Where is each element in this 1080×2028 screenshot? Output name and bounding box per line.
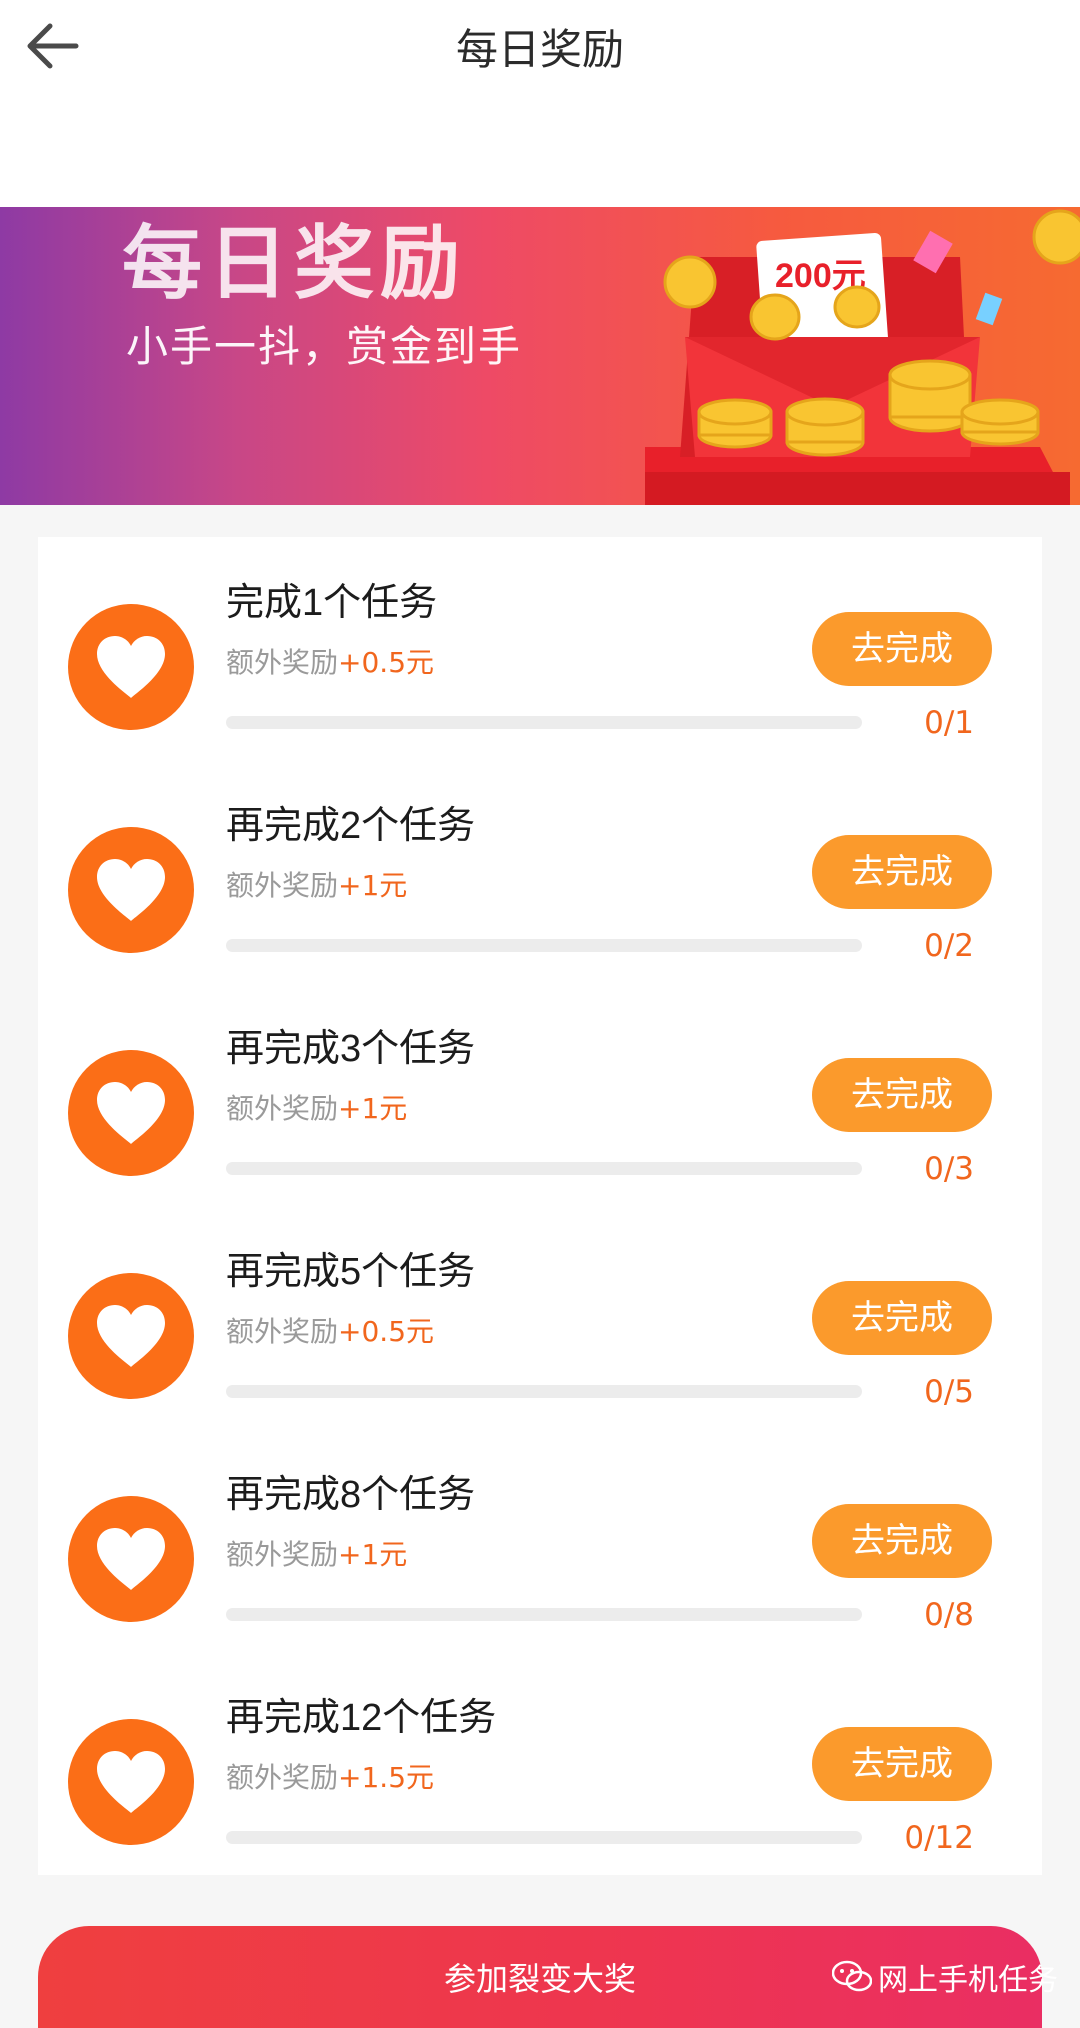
go-complete-button[interactable]: 去完成 <box>812 1727 992 1801</box>
task-badge <box>68 604 194 730</box>
task-reward: 额外奖励+1元 <box>226 1533 407 1573</box>
task-progress-count: 0/3 <box>924 1151 974 1187</box>
reward-value: +1.5元 <box>338 1761 435 1794</box>
reward-label: 额外奖励 <box>226 1538 339 1571</box>
task-badge <box>68 1719 194 1845</box>
task-progress-count: 0/8 <box>924 1597 974 1633</box>
task-row: 再完成8个任务 额外奖励+1元 去完成 0/8 <box>38 1429 1042 1652</box>
watermark-text: 网上手机任务 <box>878 1963 1058 1998</box>
task-progress-bar <box>226 939 862 952</box>
task-title: 再完成12个任务 <box>226 1697 497 1739</box>
reward-value: +1元 <box>338 1538 408 1571</box>
top-bar: 每日奖励 <box>0 0 1080 207</box>
task-progress-bar <box>226 716 862 729</box>
task-row: 再完成3个任务 额外奖励+1元 去完成 0/3 <box>38 983 1042 1206</box>
reward-label: 额外奖励 <box>226 1092 339 1125</box>
task-title: 再完成2个任务 <box>226 805 476 847</box>
reward-label: 额外奖励 <box>226 1315 339 1348</box>
heart-icon <box>93 1526 169 1592</box>
page-title: 每日奖励 <box>455 25 624 74</box>
go-complete-button[interactable]: 去完成 <box>812 835 992 909</box>
task-list: 完成1个任务 额外奖励+0.5元 去完成 0/1 再完成2个任务 额外奖励+1元 去完成 0/… <box>38 537 1042 1875</box>
reward-value: +0.5元 <box>338 1315 435 1348</box>
task-title: 再完成3个任务 <box>226 1028 476 1070</box>
reward-label: 额外奖励 <box>226 646 339 679</box>
go-complete-button[interactable]: 去完成 <box>812 1058 992 1132</box>
task-progress-bar <box>226 1831 862 1844</box>
banner-title: 每日奖励 <box>122 217 466 310</box>
go-complete-button[interactable]: 去完成 <box>812 1504 992 1578</box>
task-row: 再完成12个任务 额外奖励+1.5元 去完成 0/12 <box>38 1652 1042 1875</box>
task-row: 完成1个任务 额外奖励+0.5元 去完成 0/1 <box>38 537 1042 760</box>
heart-icon <box>93 857 169 923</box>
heart-icon <box>93 1749 169 1815</box>
task-row: 再完成2个任务 额外奖励+1元 去完成 0/2 <box>38 760 1042 983</box>
task-row: 再完成5个任务 额外奖励+0.5元 去完成 0/5 <box>38 1206 1042 1429</box>
task-title: 完成1个任务 <box>226 582 438 624</box>
task-progress-count: 0/12 <box>904 1820 974 1856</box>
reward-label: 额外奖励 <box>226 1761 339 1794</box>
promo-banner: 每日奖励 小手一抖，赏金到手 200元 <box>0 207 1080 505</box>
reward-label: 额外奖励 <box>226 869 339 902</box>
task-progress-count: 0/1 <box>924 705 974 741</box>
heart-icon <box>93 1303 169 1369</box>
reward-value: +0.5元 <box>338 646 435 679</box>
banner-subtitle: 小手一抖，赏金到手 <box>126 322 523 371</box>
task-progress-count: 0/2 <box>924 928 974 964</box>
heart-icon <box>93 1080 169 1146</box>
task-reward: 额外奖励+1元 <box>226 864 407 904</box>
task-progress-count: 0/5 <box>924 1374 974 1410</box>
task-progress-bar <box>226 1608 862 1621</box>
task-title: 再完成8个任务 <box>226 1474 476 1516</box>
wechat-icon <box>832 1960 872 1992</box>
task-reward: 额外奖励+1.5元 <box>226 1756 434 1796</box>
task-badge <box>68 1273 194 1399</box>
task-progress-bar <box>226 1162 862 1175</box>
task-progress-bar <box>226 1385 862 1398</box>
go-complete-button[interactable]: 去完成 <box>812 1281 992 1355</box>
reward-value: +1元 <box>338 1092 408 1125</box>
task-badge <box>68 827 194 953</box>
task-title: 再完成5个任务 <box>226 1251 476 1293</box>
watermark: 网上手机任务 <box>832 1954 1058 2000</box>
task-badge <box>68 1496 194 1622</box>
task-reward: 额外奖励+0.5元 <box>226 641 434 681</box>
reward-value: +1元 <box>338 869 408 902</box>
task-badge <box>68 1050 194 1176</box>
task-reward: 额外奖励+0.5元 <box>226 1310 434 1350</box>
heart-icon <box>93 634 169 700</box>
go-complete-button[interactable]: 去完成 <box>812 612 992 686</box>
task-reward: 额外奖励+1元 <box>226 1087 407 1127</box>
red-envelope-coins-illustration: 200元 <box>645 209 1080 505</box>
